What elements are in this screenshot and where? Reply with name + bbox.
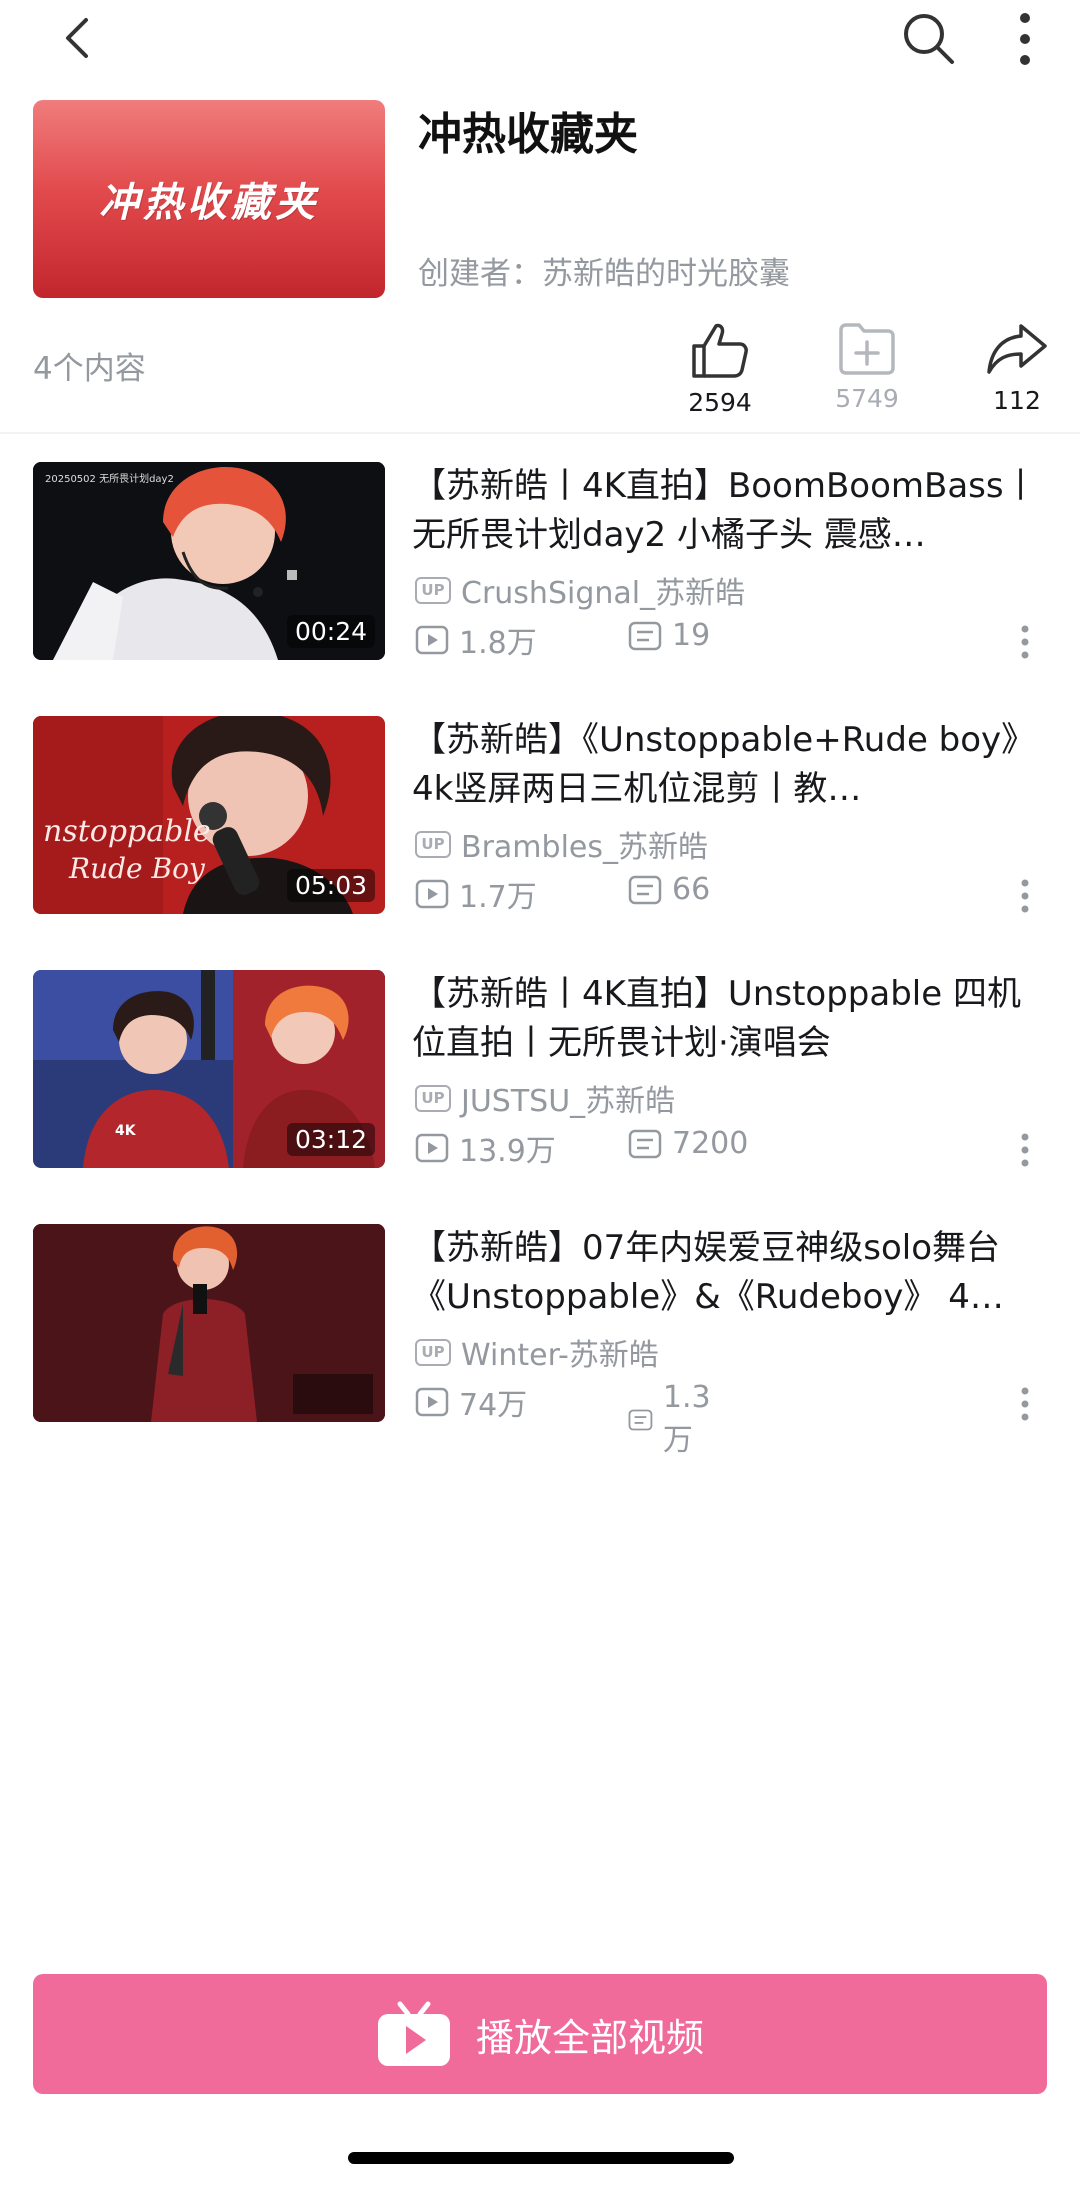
play-count-icon (415, 879, 449, 909)
divider (0, 432, 1080, 434)
video-thumbnail[interactable] (33, 1224, 385, 1422)
more-options-icon[interactable] (1010, 10, 1040, 68)
danmaku-count-value: 19 (672, 618, 711, 653)
creator-label[interactable]: 创建者：苏新皓的时光胶囊 (418, 248, 790, 293)
item-more-icon[interactable] (1018, 876, 1032, 916)
video-item[interactable]: 20250502 无所畏计划day2 00:24 【苏新皓丨4K直拍】BoomB… (0, 462, 1080, 662)
danmaku-icon (628, 1129, 662, 1158)
video-duration: 05:03 (286, 869, 375, 902)
uploader-name: CrushSignal_苏新皓 (461, 576, 746, 611)
up-badge-icon: UP (415, 576, 451, 604)
item-more-icon[interactable] (1018, 1384, 1032, 1424)
folder-title: 冲热收藏夹 (418, 109, 638, 160)
view-count-value: 1.7万 (459, 880, 537, 915)
video-duration: 00:24 (286, 615, 375, 648)
video-item[interactable]: 4K 03:12 【苏新皓丨4K直拍】Unstoppable 四机位直拍丨无所畏… (0, 970, 1080, 1170)
play-all-button[interactable]: 播放全部视频 (33, 1974, 1047, 2094)
like-count: 2594 (688, 388, 752, 417)
add-folder-icon (839, 323, 895, 375)
view-count-value: 74万 (459, 1388, 528, 1423)
danmaku-count-value: 7200 (672, 1126, 749, 1161)
play-all-label: 播放全部视频 (475, 2015, 704, 2060)
svg-text:Rude Boy: Rude Boy (68, 852, 206, 885)
view-count-value: 1.8万 (459, 626, 537, 661)
danmaku-count-value: 1.3万 (662, 1380, 711, 1458)
video-title[interactable]: 【苏新皓丨4K直拍】Unstoppable 四机位直拍丨无所畏计划·演唱会 (412, 970, 1052, 1068)
view-count-value: 13.9万 (459, 1134, 556, 1169)
thumbnail-caption: 20250502 无所畏计划day2 (45, 472, 174, 485)
uploader-name: Winter-苏新皓 (461, 1338, 659, 1373)
item-more-icon[interactable] (1018, 622, 1032, 662)
play-count-icon (415, 1387, 449, 1417)
thumbnail-caption: 4K (115, 1123, 137, 1139)
view-count: 1.8万 (415, 618, 537, 662)
up-badge-icon: UP (415, 1084, 451, 1112)
up-badge-icon: UP (415, 1338, 451, 1366)
share-button[interactable]: 112 (957, 320, 1077, 415)
cover-text: 冲热收藏夹 (99, 180, 319, 226)
top-bar (0, 0, 1080, 80)
view-count: 13.9万 (415, 1126, 556, 1170)
view-count: 74万 (415, 1380, 527, 1424)
share-icon (987, 324, 1047, 374)
danmaku-icon (628, 621, 662, 650)
danmaku-count: 19 (628, 618, 710, 653)
video-stats: 74万 1.3万 (415, 1380, 711, 1458)
content-count: 4个内容 (33, 351, 146, 387)
video-title[interactable]: 【苏新皓丨4K直拍】BoomBoomBass丨无所畏计划day2 小橘子头 震感… (412, 462, 1052, 560)
danmaku-count-value: 66 (672, 872, 711, 907)
play-count-icon (415, 1133, 449, 1163)
video-duration: 03:12 (286, 1123, 375, 1156)
video-stats: 13.9万 7200 (415, 1126, 748, 1170)
svg-text:nstoppable: nstoppable (43, 814, 211, 849)
tv-play-icon (377, 2001, 450, 2066)
video-title[interactable]: 【苏新皓】《Unstoppable+Rude boy》4k竖屏两日三机位混剪丨教… (412, 716, 1052, 814)
favorite-button[interactable]: 5749 (807, 320, 927, 413)
danmaku-count: 66 (628, 872, 710, 907)
thumbs-up-icon (692, 323, 748, 378)
danmaku-count: 1.3万 (628, 1380, 720, 1459)
like-button[interactable]: 2594 (660, 320, 780, 417)
favorites-header: 冲热收藏夹 冲热收藏夹 创建者：苏新皓的时光胶囊 4个内容 2594 5749 … (0, 98, 1080, 438)
video-item[interactable]: nstoppable Rude Boy 05:03 【苏新皓】《Unstoppa… (0, 716, 1080, 916)
item-more-icon[interactable] (1018, 1130, 1032, 1170)
back-arrow-icon[interactable] (58, 14, 98, 62)
uploader[interactable]: UP JUSTSU_苏新皓 (415, 1076, 675, 1120)
uploader-name: JUSTSU_苏新皓 (461, 1084, 676, 1119)
video-title[interactable]: 【苏新皓】07年内娱爱豆神级solo舞台《Unstoppable》&《Rudeb… (412, 1224, 1052, 1322)
search-icon[interactable] (900, 10, 958, 68)
up-badge-icon: UP (415, 830, 451, 858)
danmaku-count: 7200 (628, 1126, 748, 1161)
video-thumbnail[interactable]: 4K 03:12 (33, 970, 385, 1168)
uploader[interactable]: UP Brambles_苏新皓 (415, 822, 708, 866)
video-thumbnail[interactable]: 20250502 无所畏计划day2 00:24 (33, 462, 385, 660)
uploader-name: Brambles_苏新皓 (461, 830, 708, 865)
video-stats: 1.8万 19 (415, 618, 710, 662)
danmaku-icon (628, 875, 662, 904)
video-stats: 1.7万 66 (415, 872, 710, 916)
video-thumbnail[interactable]: nstoppable Rude Boy 05:03 (33, 716, 385, 914)
view-count: 1.7万 (415, 872, 537, 916)
home-indicator[interactable] (348, 2152, 734, 2164)
favorite-count: 5749 (835, 384, 899, 413)
uploader[interactable]: UP CrushSignal_苏新皓 (415, 568, 745, 612)
folder-cover: 冲热收藏夹 (33, 100, 385, 298)
share-count: 112 (993, 386, 1041, 415)
video-item[interactable]: 【苏新皓】07年内娱爱豆神级solo舞台《Unstoppable》&《Rudeb… (0, 1224, 1080, 1458)
play-count-icon (415, 625, 449, 655)
uploader[interactable]: UP Winter-苏新皓 (415, 1330, 659, 1374)
danmaku-icon (628, 1409, 653, 1430)
